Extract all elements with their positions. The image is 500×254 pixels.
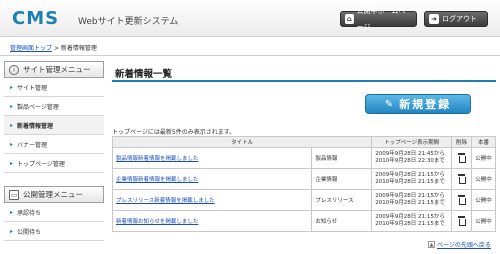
period-cell: 2009年9月28日 21:45から 2010年9月28日 22:30まで xyxy=(371,147,453,169)
system-subtitle: Webサイト更新システム xyxy=(78,17,179,27)
arrow-up-icon: ▲ xyxy=(428,241,435,248)
logout-icon: ➜ xyxy=(429,14,439,24)
delete-cell xyxy=(451,189,473,211)
logo[interactable]: CMS xyxy=(12,8,59,29)
page-title: 新着情報一覧 xyxy=(115,69,173,80)
news-table: タイトル トップページ表示期間 削除 本番 製品情報新着情報を掲載しました 製品… xyxy=(111,136,496,232)
table-row: 製品情報新着情報を掲載しました 製品情報 2009年9月28日 21:45から 2… xyxy=(111,147,496,169)
info-icon: i xyxy=(9,64,19,75)
window-icon: ▭ xyxy=(9,189,19,200)
sidebar: i サイト管理メニュー ▸ サイト管理 ▸ 製品ページ管理 ▸ 新着情報管理 ▸… xyxy=(4,61,104,241)
table-row: 企業情報新着情報を掲載しました 企業情報 2009年9月28日 21:15から 2… xyxy=(111,168,496,190)
header: CMS Webサイト更新システム ⌂ 公開中ホームページ ➜ ログアウト xyxy=(0,0,500,37)
sidebar-item-products[interactable]: ▸ 製品ページ管理 xyxy=(4,97,104,116)
new-entry-label: 新規登録 xyxy=(399,98,452,111)
arrow-right-icon: ▸ xyxy=(10,83,14,91)
news-title-link[interactable]: 企業情報新着情報を掲載しました xyxy=(116,177,199,183)
breadcrumb-separator: > xyxy=(53,45,59,52)
period-end: 2010年9月28日 21:15まで xyxy=(375,200,445,206)
period-start: 2009年9月28日 21:15から xyxy=(375,172,445,178)
status-cell: 公開中 xyxy=(471,147,496,169)
delete-cell xyxy=(451,147,473,169)
category-cell: 企業情報 xyxy=(311,168,373,190)
back-to-top-link[interactable]: ▲ ページの先頭へ戻る xyxy=(428,240,491,249)
sidebar-item-banner[interactable]: ▸ バナー管理 xyxy=(4,135,104,154)
period-cell: 2009年9月28日 21:15から 2010年9月28日 21:15まで xyxy=(371,189,453,211)
arrow-right-icon: ▸ xyxy=(10,208,14,216)
period-cell: 2009年9月28日 21:15から 2010年9月28日 21:15まで xyxy=(371,168,453,190)
arrow-right-icon: ▸ xyxy=(10,227,14,235)
delete-cell xyxy=(451,210,473,232)
sidebar-item-label: 承認待ち xyxy=(17,209,42,217)
period-start: 2009年9月28日 21:15から xyxy=(375,214,445,220)
column-delete: 削除 xyxy=(451,136,473,148)
sidebar-item-label: 製品ページ管理 xyxy=(17,103,59,111)
sidebar-item-publish-wait[interactable]: ▸ 公開待ち xyxy=(4,222,104,241)
news-title-link[interactable]: 製品情報新着情報を掲載しました xyxy=(116,156,199,162)
category-cell: プレスリリース xyxy=(311,189,373,211)
display-note: トップページには最新5件のみ表示されます。 xyxy=(112,129,236,136)
breadcrumb-admin-top-link[interactable]: 管理画面トップ xyxy=(10,45,52,52)
period-end: 2010年9月28日 22:30まで xyxy=(375,158,445,164)
main-content: 新着情報一覧 ✎ 新規登録 トップページには最新5件のみ表示されます。 タイトル… xyxy=(111,61,496,249)
arrow-right-icon: ▸ xyxy=(10,102,14,110)
sidebar-item-label: サイト管理 xyxy=(17,84,48,92)
home-icon: ⌂ xyxy=(345,14,354,24)
column-period: トップページ表示期間 xyxy=(371,136,453,148)
arrow-right-icon: ▸ xyxy=(10,140,14,148)
public-homepage-button[interactable]: ⌂ 公開中ホームページ xyxy=(340,7,417,31)
breadcrumb-divider xyxy=(0,55,500,56)
title-cell: 企業情報新着情報を掲載しました xyxy=(111,168,313,190)
sidebar-item-site[interactable]: ▸ サイト管理 xyxy=(4,78,104,97)
delete-cell xyxy=(451,168,473,190)
table-header-row: タイトル トップページ表示期間 削除 本番 xyxy=(111,136,496,148)
status-cell: 公開中 xyxy=(471,189,496,211)
period-start: 2009年9月28日 21:15から xyxy=(375,193,445,199)
status-cell: 公開中 xyxy=(471,210,496,232)
status-cell: 公開中 xyxy=(471,168,496,190)
back-to-top-label: ページの先頭へ戻る xyxy=(437,242,491,249)
sidebar-item-label: 公開待ち xyxy=(17,228,42,236)
arrow-right-icon: ▸ xyxy=(10,121,14,129)
category-cell: お知らせ xyxy=(311,210,373,232)
breadcrumb-current: 新着情報管理 xyxy=(60,45,97,52)
title-divider xyxy=(112,80,496,82)
title-cell: プレスリリース新着情報を掲載しました xyxy=(111,189,313,211)
period-start: 2009年9月28日 21:45から xyxy=(375,151,445,157)
sidebar-item-label: 新着情報管理 xyxy=(17,122,54,130)
trash-icon[interactable] xyxy=(458,152,467,163)
sidebar-item-toppage[interactable]: ▸ トップページ管理 xyxy=(4,154,104,173)
public-menu-header: ▭ 公開管理メニュー xyxy=(4,186,104,203)
arrow-right-icon: ▸ xyxy=(10,159,14,167)
public-menu-title: 公開管理メニュー xyxy=(23,190,83,199)
sidebar-item-label: バナー管理 xyxy=(17,141,48,149)
period-cell: 2009年9月28日 21:15から 2010年9月28日 21:15まで xyxy=(371,210,453,232)
trash-icon[interactable] xyxy=(458,173,467,184)
period-end: 2010年9月28日 21:15まで xyxy=(375,221,445,227)
breadcrumb: 管理画面トップ > 新着情報管理 xyxy=(10,43,97,52)
sidebar-item-news[interactable]: ▸ 新着情報管理 xyxy=(4,116,104,135)
pencil-icon: ✎ xyxy=(384,98,394,110)
public-homepage-label: 公開中ホームページ xyxy=(356,7,406,31)
period-end: 2010年9月28日 21:15まで xyxy=(375,179,445,185)
new-entry-button[interactable]: ✎ 新規登録 xyxy=(365,94,471,114)
sidebar-item-approval[interactable]: ▸ 承認待ち xyxy=(4,203,104,222)
table-row: 新着情報お知らせを掲載しました お知らせ 2009年9月28日 21:15から 2… xyxy=(111,210,496,232)
sidebar-item-label: トップページ管理 xyxy=(17,160,65,168)
logout-label: ログアウト xyxy=(442,15,477,23)
table-row: プレスリリース新着情報を掲載しました プレスリリース 2009年9月28日 21… xyxy=(111,189,496,211)
site-menu-header: i サイト管理メニュー xyxy=(4,61,104,78)
news-title-link[interactable]: 新着情報お知らせを掲載しました xyxy=(116,219,198,225)
column-title: タイトル xyxy=(111,136,373,148)
column-status: 本番 xyxy=(471,136,496,148)
logout-button[interactable]: ➜ ログアウト xyxy=(424,11,488,27)
site-menu-title: サイト管理メニュー xyxy=(23,65,91,74)
title-cell: 新着情報お知らせを掲載しました xyxy=(111,210,313,232)
category-cell: 製品情報 xyxy=(311,147,373,169)
title-cell: 製品情報新着情報を掲載しました xyxy=(111,147,313,169)
news-title-link[interactable]: プレスリリース新着情報を掲載しました xyxy=(116,198,215,204)
trash-icon[interactable] xyxy=(458,215,467,226)
trash-icon[interactable] xyxy=(458,194,467,205)
